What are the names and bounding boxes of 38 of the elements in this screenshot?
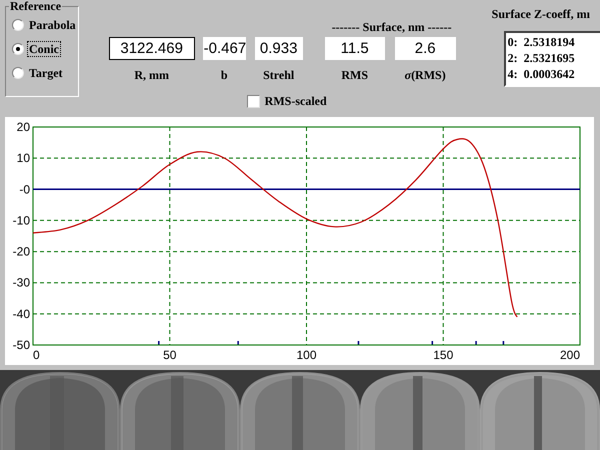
- field-label: σ(RMS): [404, 67, 446, 84]
- radio-button[interactable]: [12, 67, 24, 79]
- field-label: R, mm: [134, 67, 169, 84]
- x-tick-label: 100: [296, 348, 317, 362]
- radio-label[interactable]: Target: [27, 65, 65, 81]
- field-label: RMS: [341, 67, 368, 84]
- x-tick-label: 200: [560, 348, 580, 362]
- y-tick-label: -10: [12, 213, 30, 228]
- checkbox[interactable]: [246, 94, 260, 108]
- x-tick-label: 0: [33, 348, 40, 362]
- value-field: 2.6: [394, 37, 456, 60]
- x-tick-label: 50: [163, 348, 176, 362]
- y-tick-label: -0: [19, 182, 30, 196]
- radio-button[interactable]: [12, 43, 24, 55]
- list-title: Surface Z-coeff, mı: [492, 6, 591, 23]
- value-field: -0.467: [202, 37, 246, 60]
- radio-label[interactable]: Parabola: [27, 17, 78, 33]
- list-item[interactable]: 2: 2.5321695: [508, 50, 600, 66]
- y-tick-label: 20: [16, 120, 30, 134]
- value-field: 0.933: [254, 37, 303, 60]
- value-field: 11.5: [324, 37, 385, 60]
- y-tick-label: -30: [12, 276, 30, 290]
- list-item[interactable]: 0: 2.5318194: [508, 34, 600, 50]
- x-tick-label: 150: [433, 348, 454, 362]
- y-tick-label: -40: [12, 306, 30, 321]
- section-header: ------- Surface, nm ------: [330, 19, 453, 36]
- field-label: b: [220, 67, 228, 84]
- checkbox-label[interactable]: RMS-scaled: [264, 92, 327, 110]
- list-item[interactable]: 4: 0.0003642: [508, 66, 600, 82]
- field-label: Strehl: [263, 67, 294, 84]
- y-tick-label: -20: [12, 244, 30, 259]
- y-tick-label: -50: [12, 338, 30, 352]
- coefficient-list[interactable]: 0: 2.5318194 2: 2.5321695 4: 0.0003642: [504, 31, 600, 87]
- radio-button[interactable]: [12, 19, 24, 31]
- group-title: Reference: [9, 0, 62, 13]
- value-field[interactable]: 3122.469: [108, 37, 195, 60]
- radio-label[interactable]: Conic: [27, 41, 61, 57]
- y-tick-label: 10: [16, 151, 30, 166]
